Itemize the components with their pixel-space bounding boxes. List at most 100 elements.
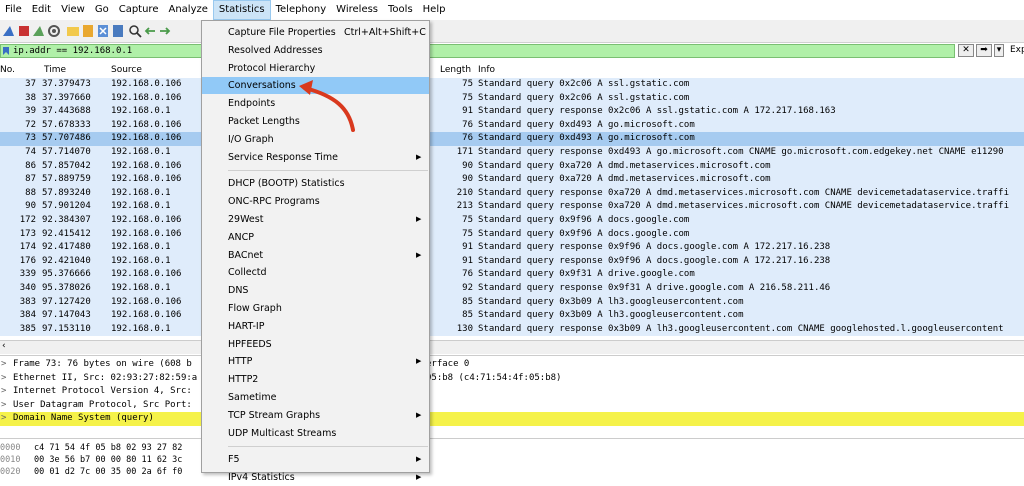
packet-row[interactable]: 174 92.417480 192.168.0.1 91 Standard query … [0, 241, 1024, 255]
packet-row[interactable]: 339 95.376666 192.168.0.106 76 Standard quer… [0, 268, 1024, 282]
packet-row[interactable]: 383 97.127420 192.168.0.106 85 Standard quer… [0, 295, 1024, 310]
menu-item-protocol-hierarchy[interactable]: Protocol Hierarchy [202, 60, 429, 77]
menu-item-hpfeeds[interactable]: HPFEEDS [202, 336, 429, 353]
expression-button[interactable]: Exp [1010, 45, 1024, 55]
menu-item-sametime[interactable]: Sametime [202, 389, 429, 406]
display-filter-input[interactable]: ip.addr == 192.168.0.1 [0, 44, 955, 58]
menu-item-ancp[interactable]: ANCP [202, 229, 429, 246]
menu-item-hart-ip[interactable]: HART-IP [202, 318, 429, 335]
packet-row[interactable]: 340 95.378026 192.168.0.1 92 Standard query … [0, 282, 1024, 296]
stop-capture-icon[interactable] [17, 24, 31, 38]
detail-tree-item[interactable]: > User Datagram Protocol, Src Port: [0, 399, 1024, 413]
clear-filter-button[interactable]: ✕ [958, 44, 974, 57]
packet-time: 92.384307 [42, 215, 91, 225]
expand-arrow-icon[interactable]: > [1, 412, 6, 426]
packet-row[interactable]: 86 57.857042 192.168.0.106 90 Standard query… [0, 159, 1024, 174]
packet-row[interactable]: 87 57.889759 192.168.0.106 90 Standard query… [0, 173, 1024, 187]
column-time[interactable]: Time [44, 65, 66, 75]
go-back-icon[interactable] [143, 24, 157, 38]
apply-filter-button[interactable]: ➡ [976, 44, 992, 57]
column-info[interactable]: Info [478, 65, 495, 75]
packet-row[interactable]: 172 92.384307 192.168.0.106 75 Standard quer… [0, 214, 1024, 228]
filter-history-button[interactable]: ▾ [994, 44, 1004, 57]
packet-row[interactable]: 88 57.893240 192.168.0.1 210 Standard query … [0, 186, 1024, 201]
packet-row[interactable]: 385 97.153110 192.168.0.1 130 Standard query… [0, 322, 1024, 337]
save-file-icon[interactable] [81, 24, 95, 38]
packet-row[interactable]: 39 37.443688 192.168.0.1 91 Standard query r… [0, 105, 1024, 119]
packet-row[interactable]: 173 92.415412 192.168.0.106 75 Standard quer… [0, 227, 1024, 242]
shark-fin-start-icon[interactable] [2, 24, 16, 38]
menu-item-flow-graph[interactable]: Flow Graph [202, 300, 429, 317]
detail-tree-item[interactable]: > Domain Name System (query) [0, 412, 1024, 426]
expand-arrow-icon[interactable]: > [1, 372, 6, 386]
menu-item-onc-rpc-programs[interactable]: ONC-RPC Programs [202, 193, 429, 210]
capture-options-icon[interactable] [47, 24, 61, 38]
packet-no: 172 [19, 215, 36, 225]
bookmark-icon[interactable] [2, 46, 10, 56]
menu-item-tcp-stream-graphs[interactable]: TCP Stream Graphs ▶ [202, 407, 429, 424]
menu-item-http[interactable]: HTTP ▶ [202, 353, 429, 370]
menu-edit[interactable]: Edit [27, 0, 56, 20]
detail-text: Internet Protocol Version 4, Src: [13, 386, 192, 397]
detail-tree-item[interactable]: > Internet Protocol Version 4, Src: [0, 385, 1024, 399]
expand-arrow-icon[interactable]: > [1, 358, 6, 372]
menu-go[interactable]: Go [90, 0, 114, 20]
submenu-arrow-icon: ▶ [416, 215, 422, 223]
close-file-icon[interactable] [96, 24, 110, 38]
menu-item-ipv4-statistics[interactable]: IPv4 Statistics ▶ [202, 469, 429, 486]
packet-row[interactable]: 90 57.901204 192.168.0.1 213 Standard query … [0, 200, 1024, 214]
expand-arrow-icon[interactable]: > [1, 385, 6, 399]
find-packet-icon[interactable] [128, 24, 142, 38]
menu-item-capture-file-properties[interactable]: Capture File Properties Ctrl+Alt+Shift+C [202, 24, 429, 41]
packet-row[interactable]: 73 57.707486 192.168.0.106 76 Standard query… [0, 132, 1024, 146]
menu-item-label: TCP Stream Graphs [228, 409, 321, 421]
menu-wireless[interactable]: Wireless [331, 0, 383, 20]
packet-len: 76 [462, 119, 473, 130]
packet-src: 192.168.0.1 [111, 201, 171, 212]
packet-row[interactable]: 384 97.147043 192.168.0.106 85 Standard quer… [0, 309, 1024, 323]
menu-statistics[interactable]: Statistics [212, 0, 271, 20]
go-forward-icon[interactable] [158, 24, 172, 38]
menu-tools[interactable]: Tools [383, 0, 418, 20]
menu-item-f5[interactable]: F5 ▶ [202, 451, 429, 468]
packet-info: Standard query response 0x3b09 A lh3.goo… [478, 323, 1004, 334]
scroll-left-icon[interactable]: ‹ [2, 341, 6, 351]
menu-item-dns[interactable]: DNS [202, 282, 429, 299]
menu-view[interactable]: View [56, 0, 90, 20]
menu-file[interactable]: File [0, 0, 27, 20]
menu-item-29west[interactable]: 29West ▶ [202, 211, 429, 228]
menu-item-label: Conversations [228, 80, 296, 92]
column-length[interactable]: Length [440, 65, 471, 75]
packet-row[interactable]: 38 37.397660 192.168.0.106 75 Standard query… [0, 91, 1024, 106]
packet-src: 192.168.0.1 [111, 242, 171, 253]
menu-help[interactable]: Help [418, 0, 451, 20]
detail-tree-item[interactable]: > Ethernet II, Src: 02:93:27:82:59:a 05:b8… [0, 372, 1024, 386]
column-source[interactable]: Source [111, 65, 142, 75]
packet-row[interactable]: 176 92.421040 192.168.0.1 91 Standard query … [0, 254, 1024, 269]
menu-capture[interactable]: Capture [114, 0, 164, 20]
menu-telephony[interactable]: Telephony [271, 0, 332, 20]
packet-time: 57.901204 [42, 201, 91, 212]
menu-item-service-response-time[interactable]: Service Response Time ▶ [202, 149, 429, 166]
column-no[interactable]: No. [0, 65, 15, 75]
open-file-icon[interactable] [66, 24, 80, 38]
menu-item-http2[interactable]: HTTP2 [202, 371, 429, 388]
expand-arrow-icon[interactable]: > [1, 399, 6, 413]
packet-row[interactable]: 74 57.714070 192.168.0.1 171 Standard query … [0, 146, 1024, 160]
packet-time: 37.397660 [42, 92, 91, 103]
packet-info: Standard query 0x2c06 A ssl.gstatic.com [478, 92, 690, 103]
menu-item-resolved-addresses[interactable]: Resolved Addresses [202, 42, 429, 59]
menu-item-bacnet[interactable]: BACnet ▶ [202, 247, 429, 264]
menu-item-dhcp-bootp-statistics[interactable]: DHCP (BOOTP) Statistics [202, 175, 429, 192]
horizontal-scrollbar[interactable]: ‹ [0, 340, 1024, 354]
reload-file-icon[interactable] [111, 24, 125, 38]
menu-analyze[interactable]: Analyze [163, 0, 212, 20]
menu-item-udp-multicast-streams[interactable]: UDP Multicast Streams [202, 425, 429, 442]
packet-list: 37 37.379473 192.168.0.106 75 Standard query… [0, 78, 1024, 340]
menu-item-collectd[interactable]: Collectd [202, 264, 429, 281]
detail-tree-item[interactable]: > Frame 73: 76 bytes on wire (608 b erface… [0, 358, 1024, 372]
restart-capture-icon[interactable] [32, 24, 46, 38]
packet-info: Standard query response 0x2c06 A ssl.gst… [478, 106, 836, 117]
packet-row[interactable]: 72 57.678333 192.168.0.106 76 Standard query… [0, 118, 1024, 133]
packet-row[interactable]: 37 37.379473 192.168.0.106 75 Standard query… [0, 78, 1024, 92]
